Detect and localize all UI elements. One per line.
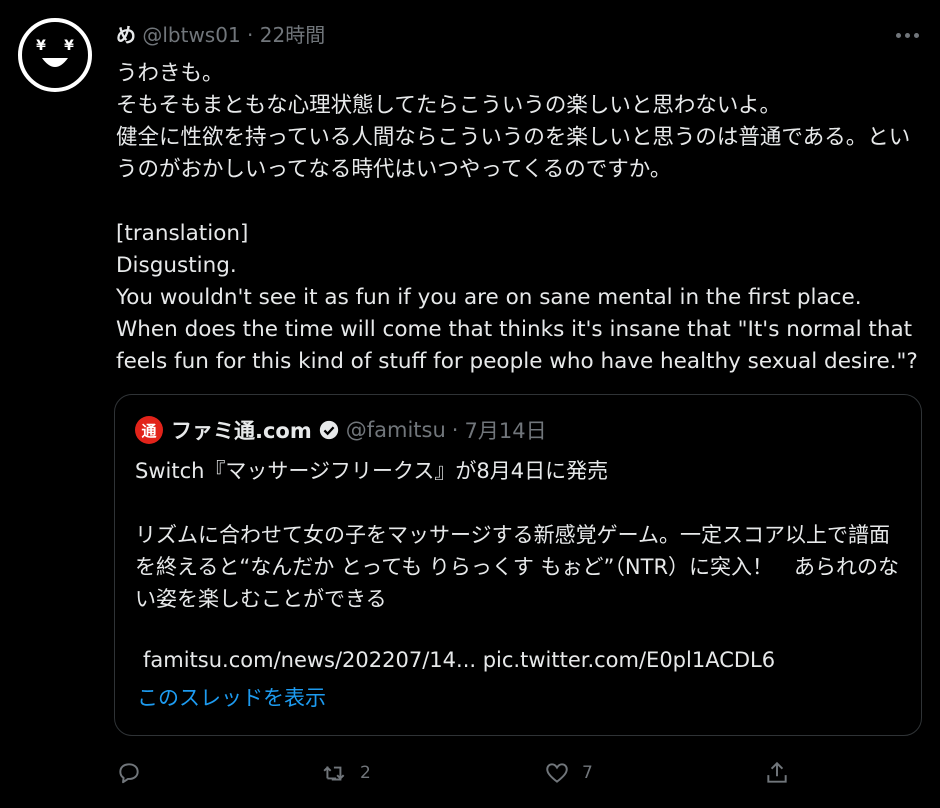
like-button[interactable]: 7 bbox=[544, 758, 593, 788]
show-thread-link[interactable]: このスレッドを表示 bbox=[137, 683, 326, 713]
retweet-button[interactable]: 2 bbox=[322, 758, 371, 788]
verified-badge-icon bbox=[319, 420, 338, 440]
tweet-actions: 2 7 bbox=[116, 758, 806, 788]
separator: · bbox=[247, 23, 254, 47]
reply-icon bbox=[119, 763, 139, 784]
handle[interactable]: @lbtws01 bbox=[142, 23, 240, 47]
tweet-text: うわきも。 そもそもまともな心理状態してたらこういうの楽しいと思わないよ。 健全… bbox=[116, 61, 918, 374]
famitsu-logo-icon: 通 bbox=[135, 416, 163, 444]
quoted-handle: @famitsu bbox=[345, 418, 446, 442]
retweet-icon bbox=[323, 766, 345, 781]
timestamp[interactable]: 22時間 bbox=[260, 23, 325, 47]
like-count: 7 bbox=[582, 763, 593, 783]
avatar[interactable]: ¥ ¥ bbox=[18, 18, 92, 92]
yen-eyes-smiley-icon: ¥ ¥ bbox=[36, 38, 74, 67]
like-icon bbox=[546, 763, 568, 783]
quoted-date: 7月14日 bbox=[464, 419, 547, 443]
tweet-header: め @lbtws01 · 22時間 bbox=[116, 22, 325, 48]
quoted-tweet-header: 通 ファミ通.com @famitsu · 7月14日 bbox=[135, 415, 547, 445]
display-name[interactable]: め bbox=[116, 23, 136, 47]
quoted-link[interactable]: famitsu.com/news/202207/14... pic.twitte… bbox=[143, 645, 775, 675]
svg-text:¥: ¥ bbox=[64, 38, 74, 54]
share-icon bbox=[767, 761, 787, 783]
reply-button[interactable] bbox=[116, 758, 142, 788]
quoted-tweet-text: Switch『マッサージフリークス』が8月4日に発売 リズムに合わせて女の子をマ… bbox=[135, 459, 900, 611]
quoted-display-name: ファミ通.com bbox=[171, 419, 312, 443]
svg-text:¥: ¥ bbox=[36, 38, 46, 54]
more-options-icon[interactable] bbox=[892, 24, 922, 46]
separator: · bbox=[451, 418, 459, 442]
retweet-count: 2 bbox=[360, 763, 371, 783]
quoted-tweet[interactable]: 通 ファミ通.com @famitsu · 7月14日 Switch『マッサージ… bbox=[114, 394, 922, 736]
share-button[interactable] bbox=[764, 758, 790, 788]
